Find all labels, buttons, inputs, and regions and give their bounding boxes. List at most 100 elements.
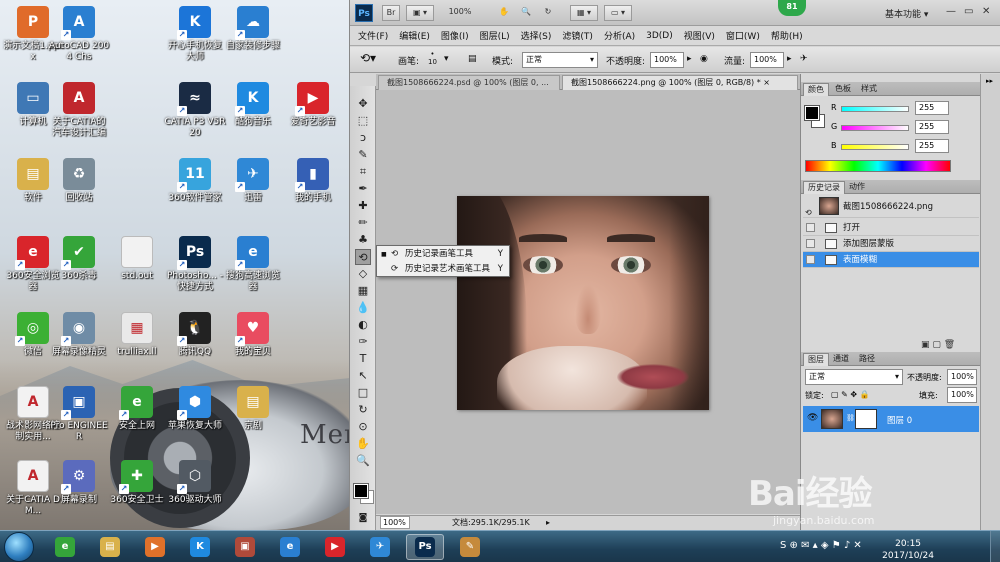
brush-preset-picker[interactable]: • 10 [428, 50, 437, 66]
desktop-icon[interactable]: e安全上网 [106, 386, 168, 432]
show-desktop-button[interactable] [990, 531, 1000, 562]
desktop-icon[interactable]: ◉屏幕录像精灵 [48, 312, 110, 358]
menu-item[interactable]: 编辑(E) [399, 29, 430, 42]
desktop-icon[interactable]: std.out [106, 236, 168, 282]
tab-actions[interactable]: 动作 [845, 181, 869, 194]
taskbar-app[interactable]: Ps [406, 534, 444, 560]
flow-input[interactable]: 100% [750, 52, 784, 68]
desktop-icon[interactable]: ☁自家装修步骤 [222, 6, 284, 52]
rotate-view-icon[interactable]: ↻ [540, 5, 556, 21]
stamp-icon[interactable]: ♣ [355, 232, 371, 248]
maximize-button[interactable]: ▭ [964, 6, 973, 17]
history-source-checkbox[interactable] [806, 223, 815, 232]
gradient-icon[interactable]: ▦ [355, 283, 371, 299]
menu-item[interactable]: 选择(S) [521, 29, 552, 42]
desktop-icon[interactable]: ♥我的宝贝 [222, 312, 284, 358]
link-icon[interactable]: ⛓ [846, 414, 855, 422]
lasso-icon[interactable]: ↄ [355, 130, 371, 146]
pen-icon[interactable]: ✑ [355, 334, 371, 350]
desktop-icon[interactable]: PsPhotosho... - 快捷方式 [164, 236, 226, 293]
desktop-icon[interactable]: ≈CATIA P3 V5R20 [164, 82, 226, 139]
panel-fg-swatch[interactable] [804, 105, 820, 121]
3d-orbit-icon[interactable]: ⊙ [355, 419, 371, 435]
tab-channels[interactable]: 通道 [829, 353, 853, 366]
hand-icon[interactable]: ✋ [496, 5, 512, 21]
pressure-opacity-icon[interactable]: ◉ [700, 54, 708, 64]
marquee-icon[interactable]: ⬚ [355, 113, 371, 129]
collapse-panels-icon[interactable]: ▸▸ [986, 77, 993, 85]
fill-input[interactable]: 100% [947, 387, 977, 403]
taskbar-app[interactable]: e [46, 534, 84, 560]
desktop-icon[interactable]: 11360软件管家 [164, 158, 226, 204]
tab-paths[interactable]: 路径 [855, 353, 879, 366]
history-step[interactable]: 表面模糊 [803, 252, 979, 268]
extras-button[interactable]: ▣ ▾ [406, 5, 434, 21]
tab-png-document[interactable]: 截图1508666224.png @ 100% (图层 0, RGB/8) * … [562, 75, 798, 90]
tab-psd-document[interactable]: 截图1508666224.psd @ 100% (图层 0, ... [378, 75, 560, 90]
type-icon[interactable]: T [355, 351, 371, 367]
dodge-icon[interactable]: ◐ [355, 317, 371, 333]
desktop-icon[interactable]: ✔360杀毒 [48, 236, 110, 282]
history-source-checkbox[interactable] [806, 255, 815, 264]
opacity-input[interactable]: 100% [650, 52, 684, 68]
eyedropper-icon[interactable]: ✒ [355, 181, 371, 197]
menu-item[interactable]: 图像(I) [441, 29, 469, 42]
update-badge[interactable]: 81 [778, 0, 806, 16]
screen-mode-button[interactable]: ▭ ▾ [604, 5, 632, 21]
blend-mode-select[interactable]: 正常 ▾ [805, 369, 903, 385]
opacity-arrow[interactable]: ▸ [687, 54, 692, 64]
flyout-item-history-brush[interactable]: ■ ⟲ 历史记录画笔工具 Y [377, 247, 509, 262]
status-arrow[interactable]: ▸ [546, 516, 550, 530]
desktop-icon[interactable]: K开心手机恢复大师 [164, 6, 226, 63]
desktop-icon[interactable]: ✚360安全卫士 [106, 460, 168, 506]
menu-item[interactable]: 视图(V) [684, 29, 715, 42]
desktop-icon[interactable]: ✈迅雷 [222, 158, 284, 204]
desktop-icon[interactable]: ▶爱奇艺影音 [282, 82, 344, 128]
desktop-icon[interactable]: ▦ trulliax.ll [106, 312, 168, 358]
tab-history[interactable]: 历史记录 [803, 181, 845, 194]
flyout-item-art-history-brush[interactable]: ⟳ 历史记录艺术画笔工具 Y [377, 262, 509, 277]
zoom-dropdown[interactable]: 100% [440, 5, 480, 21]
taskbar-app[interactable]: ▣ [226, 534, 264, 560]
menu-item[interactable]: 窗口(W) [726, 29, 760, 42]
layer-row[interactable]: 👁 ⛓ 图层 0 [803, 406, 979, 432]
zoom-field[interactable]: 100% [380, 516, 410, 529]
desktop-icon[interactable]: K酷狗音乐 [222, 82, 284, 128]
zoom-icon[interactable]: 🔍 [518, 5, 534, 21]
menu-item[interactable]: 帮助(H) [771, 29, 803, 42]
menu-item[interactable]: 滤镜(T) [562, 29, 593, 42]
eraser-icon[interactable]: ◇ [355, 266, 371, 282]
history-source-checkbox[interactable] [806, 239, 815, 248]
channel-value-input[interactable]: 255 [915, 101, 949, 115]
desktop-icon[interactable]: ⚙屏幕录制 [48, 460, 110, 506]
taskbar-app[interactable]: ▶ [316, 534, 354, 560]
desktop-icon[interactable]: ▮我的手机 [282, 158, 344, 204]
taskbar-app[interactable]: ▤ [91, 534, 129, 560]
desktop-icon[interactable]: ♻ 回收站 [48, 158, 110, 204]
channel-slider[interactable] [841, 144, 909, 150]
taskbar-app[interactable]: ▶ [136, 534, 174, 560]
history-step[interactable]: 添加图层蒙版 [803, 236, 979, 252]
layer-opacity-input[interactable]: 100% [947, 369, 977, 385]
history-brush-icon[interactable]: ⟲ [355, 249, 371, 265]
move-icon[interactable]: ✥ [355, 96, 371, 112]
desktop-icon[interactable]: ▤ 京剧 [222, 386, 284, 432]
brush-dropdown-arrow[interactable]: ▾ [444, 54, 449, 64]
menu-item[interactable]: 分析(A) [604, 29, 635, 42]
healing-icon[interactable]: ✚ [355, 198, 371, 214]
desktop-icon[interactable]: ▣Pro ENGINEER [48, 386, 110, 443]
channel-slider[interactable] [841, 106, 909, 112]
desktop-icon[interactable]: 🐧腾讯QQ [164, 312, 226, 358]
menu-item[interactable]: 文件(F) [358, 29, 388, 42]
color-spectrum[interactable] [805, 160, 951, 172]
crop-icon[interactable]: ⌗ [355, 164, 371, 180]
lock-icons[interactable]: ▢ ✎ ✥ 🔒 [831, 390, 870, 399]
tab-styles[interactable]: 样式 [857, 83, 881, 96]
channel-value-input[interactable]: 255 [915, 120, 949, 134]
tab-color[interactable]: 颜色 [803, 83, 829, 96]
brush-panel-icon[interactable]: ▤ [468, 54, 477, 64]
arrange-documents-button[interactable]: ▦ ▾ [570, 5, 598, 21]
workspace-switcher[interactable]: 基本功能 ▾ [885, 7, 928, 20]
quick-select-icon[interactable]: ✎ [355, 147, 371, 163]
history-snapshot[interactable]: ⟲ 截图1508666224.png [803, 196, 979, 218]
